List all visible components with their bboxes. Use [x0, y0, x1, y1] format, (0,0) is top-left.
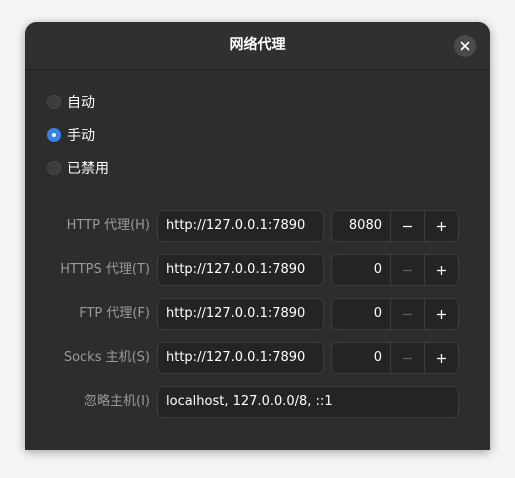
port-value[interactable]: 0: [332, 299, 382, 329]
port-value[interactable]: 0: [332, 343, 382, 373]
radio-indicator[interactable]: [47, 128, 61, 142]
port-value[interactable]: 8080: [332, 211, 382, 241]
minus-icon: [402, 261, 413, 280]
http-proxy-host-input[interactable]: http://127.0.0.1:7890: [157, 210, 324, 242]
radio-mode-disabled[interactable]: 已禁用: [47, 157, 109, 179]
close-button[interactable]: [454, 35, 476, 57]
ftp-proxy-label: FTP 代理(F): [79, 306, 150, 321]
port-decrement-button[interactable]: [390, 211, 424, 241]
plus-icon: [436, 217, 447, 236]
port-increment-button[interactable]: [424, 255, 458, 285]
ignore-hosts-input[interactable]: localhost, 127.0.0.0/8, ::1: [157, 386, 459, 418]
radio-label: 自动: [67, 95, 95, 111]
close-icon: [460, 41, 470, 51]
radio-mode-manual[interactable]: 手动: [47, 124, 95, 146]
port-increment-button[interactable]: [424, 211, 458, 241]
socks-port-spinbutton[interactable]: 0: [331, 342, 459, 374]
port-decrement-button: [390, 343, 424, 373]
minus-icon: [402, 217, 413, 236]
plus-icon: [436, 349, 447, 368]
http-proxy-port-spinbutton[interactable]: 8080: [331, 210, 459, 242]
socks-host-input[interactable]: http://127.0.0.1:7890: [157, 342, 324, 374]
radio-indicator[interactable]: [47, 95, 61, 109]
dialog-header: 网络代理: [25, 22, 490, 70]
network-proxy-dialog: 网络代理 自动 手动 已禁用 HTTP 代理(H) http://127.0.0…: [25, 22, 490, 450]
port-value[interactable]: 0: [332, 255, 382, 285]
ftp-proxy-port-spinbutton[interactable]: 0: [331, 298, 459, 330]
ftp-proxy-host-input[interactable]: http://127.0.0.1:7890: [157, 298, 324, 330]
plus-icon: [436, 305, 447, 324]
radio-indicator[interactable]: [47, 161, 61, 175]
minus-icon: [402, 349, 413, 368]
minus-icon: [402, 305, 413, 324]
port-increment-button[interactable]: [424, 299, 458, 329]
port-increment-button[interactable]: [424, 343, 458, 373]
radio-mode-auto[interactable]: 自动: [47, 91, 95, 113]
http-proxy-label: HTTP 代理(H): [66, 218, 150, 233]
radio-label: 已禁用: [67, 161, 109, 177]
radio-label: 手动: [67, 128, 95, 144]
port-decrement-button: [390, 299, 424, 329]
port-decrement-button: [390, 255, 424, 285]
plus-icon: [436, 261, 447, 280]
https-proxy-host-input[interactable]: http://127.0.0.1:7890: [157, 254, 324, 286]
socks-host-label: Socks 主机(S): [63, 350, 150, 365]
https-proxy-port-spinbutton[interactable]: 0: [331, 254, 459, 286]
https-proxy-label: HTTPS 代理(T): [60, 262, 150, 277]
ignore-hosts-label: 忽略主机(I): [84, 394, 150, 409]
dialog-title: 网络代理: [229, 37, 286, 53]
